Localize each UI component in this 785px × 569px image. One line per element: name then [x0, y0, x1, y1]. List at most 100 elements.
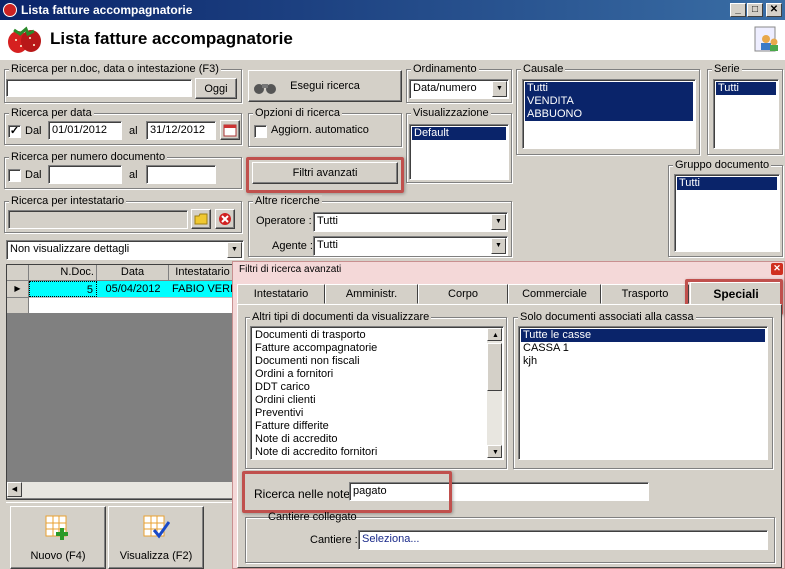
date-from-checkbox[interactable]: ✓	[8, 125, 21, 138]
new-button[interactable]: Nuovo (F4)	[10, 506, 106, 569]
sort-value: Data/numero	[413, 82, 477, 94]
grid-corner	[7, 265, 29, 281]
causale-legend: Causale	[521, 63, 566, 75]
chevron-down-icon[interactable]: ▼	[492, 81, 507, 97]
list-item[interactable]: VENDITA	[525, 95, 693, 108]
open-folder-button[interactable]	[191, 209, 211, 229]
agent-value: Tutti	[317, 239, 338, 251]
list-item[interactable]: Ordini clienti	[253, 394, 485, 407]
documents-grid[interactable]: N.Doc. Data Intestatario ▶ 5 05/04/2012 …	[6, 264, 237, 500]
binoculars-icon	[254, 84, 276, 94]
advanced-filters-panel: Filtri di ricerca avanzati ✕ Intestatari…	[232, 261, 785, 569]
advanced-panel-title: Filtri di ricerca avanzati	[239, 264, 342, 275]
cell-num[interactable]: 5	[29, 281, 97, 297]
doc-group-legend: Gruppo documento	[673, 159, 772, 171]
number-from-checkbox[interactable]	[8, 169, 21, 182]
list-item[interactable]: Preventivi	[253, 407, 485, 420]
date-from-input[interactable]: 01/01/2012	[48, 121, 122, 140]
today-button[interactable]: Oggi	[195, 78, 237, 99]
doc-group-list[interactable]: Tutti	[674, 174, 780, 252]
scroll-left-icon[interactable]: ◀	[7, 482, 22, 497]
chevron-down-icon[interactable]: ▼	[491, 238, 506, 254]
serie-list[interactable]: Tutti	[713, 79, 779, 149]
agent-dropdown[interactable]: Tutti ▼	[313, 236, 508, 256]
list-item[interactable]: Tutti	[677, 177, 777, 190]
tab-amministr[interactable]: Amministr.	[325, 284, 418, 304]
number-to-input[interactable]	[146, 165, 216, 184]
date-to-input[interactable]: 31/12/2012	[146, 121, 216, 140]
list-item[interactable]: Fatture accompagnatorie	[253, 342, 485, 355]
view-list[interactable]: Default	[409, 124, 509, 180]
list-item[interactable]: CASSA 1	[521, 342, 765, 355]
other-types-list[interactable]: Documenti di trasporto Fatture accompagn…	[250, 326, 504, 460]
list-item[interactable]: Fatture differite	[253, 420, 485, 433]
site-legend: Cantiere collegato	[268, 511, 357, 523]
close-panel-icon[interactable]: ✕	[771, 263, 783, 275]
tab-intestatario[interactable]: Intestatario	[237, 284, 325, 304]
tab-commerciale[interactable]: Commerciale	[508, 284, 601, 304]
list-item[interactable]: Default	[412, 127, 506, 140]
list-item[interactable]: DDT carico	[253, 381, 485, 394]
tab-trasporto[interactable]: Trasporto	[601, 284, 689, 304]
cell-holder[interactable]: FABIO VERD	[169, 281, 237, 297]
maximize-button[interactable]: □	[747, 3, 763, 17]
column-header[interactable]: Intestatario	[169, 265, 237, 281]
table-row[interactable]: 5 05/04/2012 FABIO VERD	[29, 281, 237, 297]
list-item[interactable]: Tutte le casse	[521, 329, 765, 342]
cell-date[interactable]: 05/04/2012	[97, 281, 169, 297]
run-search-label: Esegui ricerca	[290, 80, 360, 92]
holder-search-legend: Ricerca per intestatario	[9, 195, 127, 207]
sort-dropdown[interactable]: Data/numero ▼	[409, 79, 509, 99]
view-button-label: Visualizza (F2)	[119, 549, 193, 562]
holder-search-input[interactable]	[8, 210, 188, 229]
auto-update-checkbox[interactable]	[254, 125, 267, 138]
minimize-button[interactable]: _	[730, 3, 746, 17]
column-header[interactable]: N.Doc.	[29, 265, 97, 281]
list-item[interactable]: Note di accredito fornitori	[253, 446, 485, 459]
table-row[interactable]	[29, 297, 237, 313]
chevron-down-icon[interactable]: ▼	[227, 242, 242, 258]
list-item[interactable]: Ordini a fornitori	[253, 368, 485, 381]
list-item[interactable]: Documenti non fiscali	[253, 355, 485, 368]
list-item[interactable]: Tutti	[716, 82, 776, 95]
doc-search-input[interactable]	[6, 79, 192, 97]
advanced-filters-button[interactable]: Filtri avanzati	[252, 162, 398, 184]
run-search-button[interactable]: Esegui ricerca	[248, 70, 402, 102]
new-button-label: Nuovo (F4)	[30, 549, 86, 562]
view-button[interactable]: Visualizza (F2)	[108, 506, 204, 569]
list-item[interactable]: Tutti	[525, 82, 693, 95]
cash-list[interactable]: Tutte le casse CASSA 1 kjh	[518, 326, 768, 460]
close-window-button[interactable]: ✕	[766, 3, 782, 17]
list-item[interactable]: Note di accredito	[253, 433, 485, 446]
window-titlebar: Lista fatture accompagnatorie _ □ ✕	[0, 0, 785, 20]
users-icon[interactable]	[754, 26, 780, 54]
app-icon	[3, 3, 17, 17]
chevron-down-icon[interactable]: ▼	[491, 214, 506, 230]
header-bar: Lista fatture accompagnatorie	[0, 20, 785, 60]
calendar-button[interactable]	[220, 120, 240, 140]
number-to-label: al	[129, 169, 138, 181]
scroll-thumb[interactable]	[487, 343, 502, 391]
causale-list[interactable]: Tutti VENDITA ABBUONO	[522, 79, 696, 149]
strawberry-logo-icon	[8, 26, 41, 53]
list-item[interactable]: ABBUONO	[525, 108, 693, 121]
scroll-down-icon[interactable]: ▼	[487, 445, 502, 458]
column-header[interactable]: Data	[97, 265, 169, 281]
site-select-input[interactable]: Seleziona...	[358, 530, 768, 550]
horizontal-scrollbar[interactable]: ◀	[7, 482, 235, 498]
calendar-icon	[223, 124, 237, 137]
number-from-input[interactable]	[48, 165, 122, 184]
operator-dropdown[interactable]: Tutti ▼	[313, 212, 508, 232]
scroll-up-icon[interactable]: ▲	[487, 328, 502, 341]
list-item[interactable]: kjh	[521, 355, 765, 368]
list-item[interactable]: Documenti di trasporto	[253, 329, 485, 342]
clear-holder-button[interactable]	[215, 209, 235, 229]
details-dropdown[interactable]: Non visualizzare dettagli ▼	[6, 240, 244, 260]
vertical-scrollbar[interactable]: ▲ ▼	[487, 328, 502, 458]
view-legend: Visualizzazione	[411, 107, 491, 119]
operator-value: Tutti	[317, 215, 338, 227]
cash-legend: Solo documenti associati alla cassa	[518, 311, 696, 323]
window-title: Lista fatture accompagnatorie	[21, 3, 193, 17]
delete-icon	[219, 213, 231, 225]
tab-corpo[interactable]: Corpo	[418, 284, 508, 304]
